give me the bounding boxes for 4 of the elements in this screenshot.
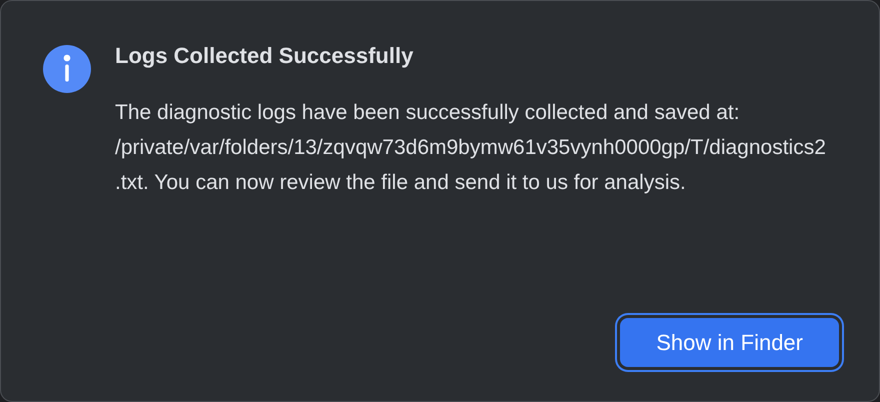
show-in-finder-button[interactable]: Show in Finder — [620, 318, 839, 367]
dialog-message: The diagnostic logs have been successfully collected and saved at: /private/var/folders/13/zqvqw73d6m9bymw61v35vynh0000gp/T/diagnostics2.txt. You can now review the file and send it to us for analysis. — [115, 100, 827, 196]
dialog-title: Logs Collected Successfully — [115, 42, 414, 70]
info-icon — [43, 45, 91, 93]
